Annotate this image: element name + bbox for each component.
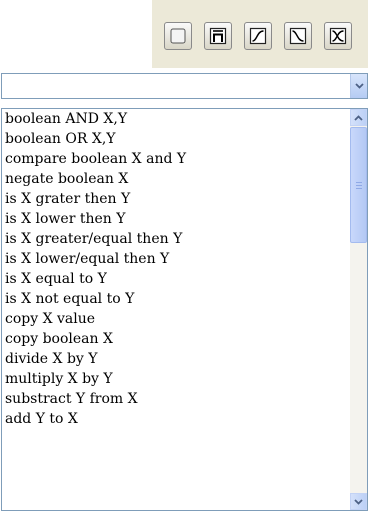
vertical-scrollbar[interactable] <box>350 109 367 510</box>
function-list-items: boolean AND X,Y boolean OR X,Y compare boo… <box>2 109 350 510</box>
chevron-down-icon <box>354 498 363 505</box>
dropdown-button[interactable] <box>350 74 367 98</box>
blank-tool-button[interactable] <box>164 22 192 50</box>
rising-curve-tool-button[interactable] <box>244 22 272 50</box>
n-bar-tool-button[interactable] <box>204 22 232 50</box>
list-item[interactable]: is X grater then Y <box>2 189 350 209</box>
scrollbar-thumb[interactable] <box>350 127 367 243</box>
function-select[interactable] <box>1 73 368 99</box>
scroll-down-button[interactable] <box>350 493 367 510</box>
list-item[interactable]: negate boolean X <box>2 169 350 189</box>
chevron-up-icon <box>354 114 363 121</box>
list-item[interactable]: divide X by Y <box>2 349 350 369</box>
crossed-curves-tool-button[interactable] <box>324 22 352 50</box>
list-item[interactable]: substract Y from X <box>2 389 350 409</box>
toolbar-strip <box>152 0 368 68</box>
grip-line <box>356 188 362 189</box>
list-item[interactable]: is X lower/equal then Y <box>2 249 350 269</box>
crossed-curves-icon <box>329 27 347 45</box>
list-item[interactable]: is X lower then Y <box>2 209 350 229</box>
list-item[interactable]: is X greater/equal then Y <box>2 229 350 249</box>
falling-curve-tool-button[interactable] <box>284 22 312 50</box>
list-item[interactable]: add Y to X <box>2 409 350 429</box>
grip-line <box>356 185 362 186</box>
list-item[interactable]: multiply X by Y <box>2 369 350 389</box>
list-item[interactable]: boolean AND X,Y <box>2 109 350 129</box>
rising-curve-icon <box>249 27 267 45</box>
blank-square-icon <box>170 28 186 44</box>
list-item[interactable]: boolean OR X,Y <box>2 129 350 149</box>
function-list[interactable]: boolean AND X,Y boolean OR X,Y compare boo… <box>1 108 368 511</box>
list-item[interactable]: compare boolean X and Y <box>2 149 350 169</box>
list-item[interactable]: copy boolean X <box>2 329 350 349</box>
falling-curve-icon <box>289 27 307 45</box>
grip-line <box>356 182 362 183</box>
n-bar-icon <box>209 27 227 45</box>
scroll-up-button[interactable] <box>350 109 367 126</box>
list-item[interactable]: copy X value <box>2 309 350 329</box>
app-window: boolean AND X,Y boolean OR X,Y compare boo… <box>0 0 368 511</box>
list-item[interactable]: is X not equal to Y <box>2 289 350 309</box>
chevron-down-icon <box>354 83 364 89</box>
toolbar <box>0 0 368 68</box>
list-item[interactable]: is X equal to Y <box>2 269 350 289</box>
